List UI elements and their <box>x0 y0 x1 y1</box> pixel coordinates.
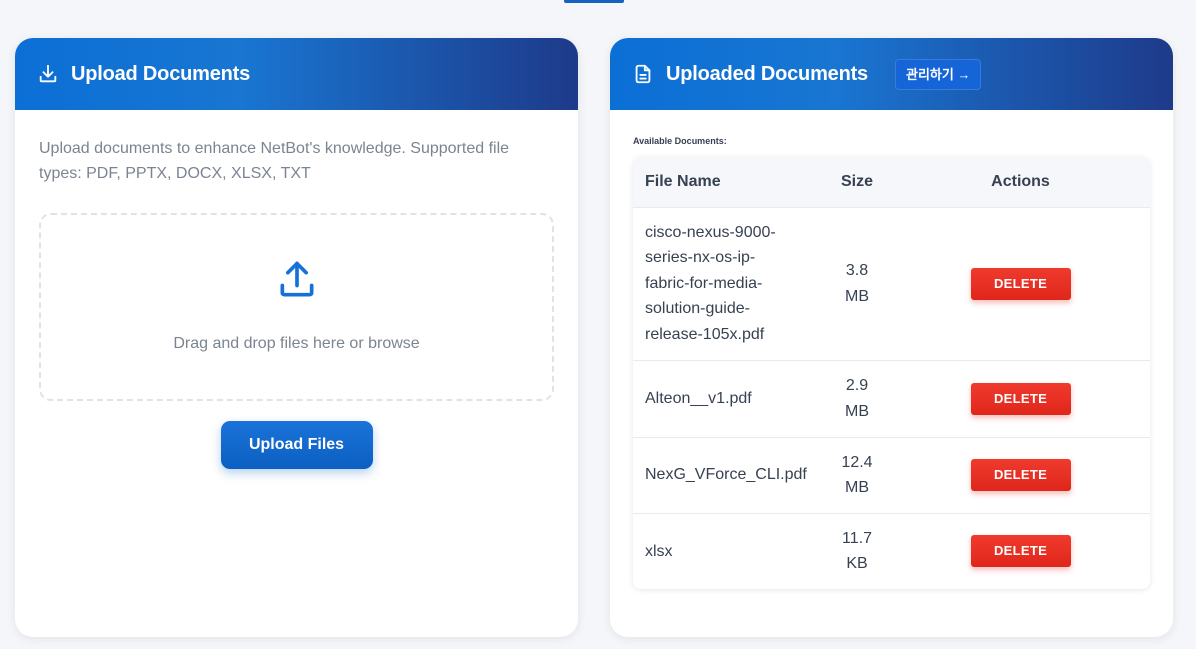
file-name-cell: xlsx <box>633 512 823 589</box>
uploaded-documents-card: Uploaded Documents 관리하기 → Available Docu… <box>610 38 1173 637</box>
documents-table: File Name Size Actions cisco-nexus-9000-… <box>633 157 1150 589</box>
upload-card-title: Upload Documents <box>71 62 251 85</box>
dropzone-text: Drag and drop files here or browse <box>173 335 420 352</box>
documents-card-title: Uploaded Documents <box>666 62 868 85</box>
download-icon <box>37 63 59 85</box>
table-header-row: File Name Size Actions <box>633 157 1150 207</box>
table-row: Alteon__v1.pdf 2.9 MB DELETE <box>633 359 1150 437</box>
file-name-cell: Alteon__v1.pdf <box>633 359 823 437</box>
file-size-cell: 12.4 MB <box>823 436 891 513</box>
delete-button[interactable]: DELETE <box>970 459 1071 491</box>
file-name-cell: cisco-nexus-9000- series-nx-os-ip-fabric-… <box>633 206 823 360</box>
table-row: NexG_VForce_CLI.pdf 12.4 MB DELETE <box>633 436 1150 513</box>
file-size-cell: 2.9 MB <box>823 359 891 437</box>
upload-icon <box>275 258 319 302</box>
column-header-file-name: File Name <box>645 172 721 190</box>
document-icon <box>632 63 654 85</box>
upload-description: Upload documents to enhance NetBot's kno… <box>39 140 510 182</box>
file-size-cell: 11.7 KB <box>823 512 891 589</box>
delete-button[interactable]: DELETE <box>970 267 1071 300</box>
manage-button[interactable]: 관리하기 → <box>894 58 982 90</box>
file-dropzone[interactable]: Drag and drop files here or browse <box>39 213 554 401</box>
column-header-actions: Actions <box>991 172 1050 190</box>
upload-card-header: Upload Documents <box>15 38 578 110</box>
available-documents-label: Available Documents: <box>633 136 727 146</box>
upload-files-button[interactable]: Upload Files <box>220 421 373 469</box>
column-header-size: Size <box>840 172 873 190</box>
active-tab-indicator <box>564 0 624 3</box>
delete-button[interactable]: DELETE <box>970 535 1071 568</box>
file-size-cell: 3.8 MB <box>823 206 891 360</box>
upload-documents-card: Upload Documents Upload documents to enh… <box>15 38 578 637</box>
file-name-cell: NexG_VForce_CLI.pdf <box>633 436 823 513</box>
table-row: xlsx 11.7 KB DELETE <box>633 512 1150 589</box>
table-row: cisco-nexus-9000- series-nx-os-ip-fabric-… <box>633 206 1150 360</box>
delete-button[interactable]: DELETE <box>970 382 1071 415</box>
documents-card-header: Uploaded Documents 관리하기 → <box>610 38 1173 110</box>
